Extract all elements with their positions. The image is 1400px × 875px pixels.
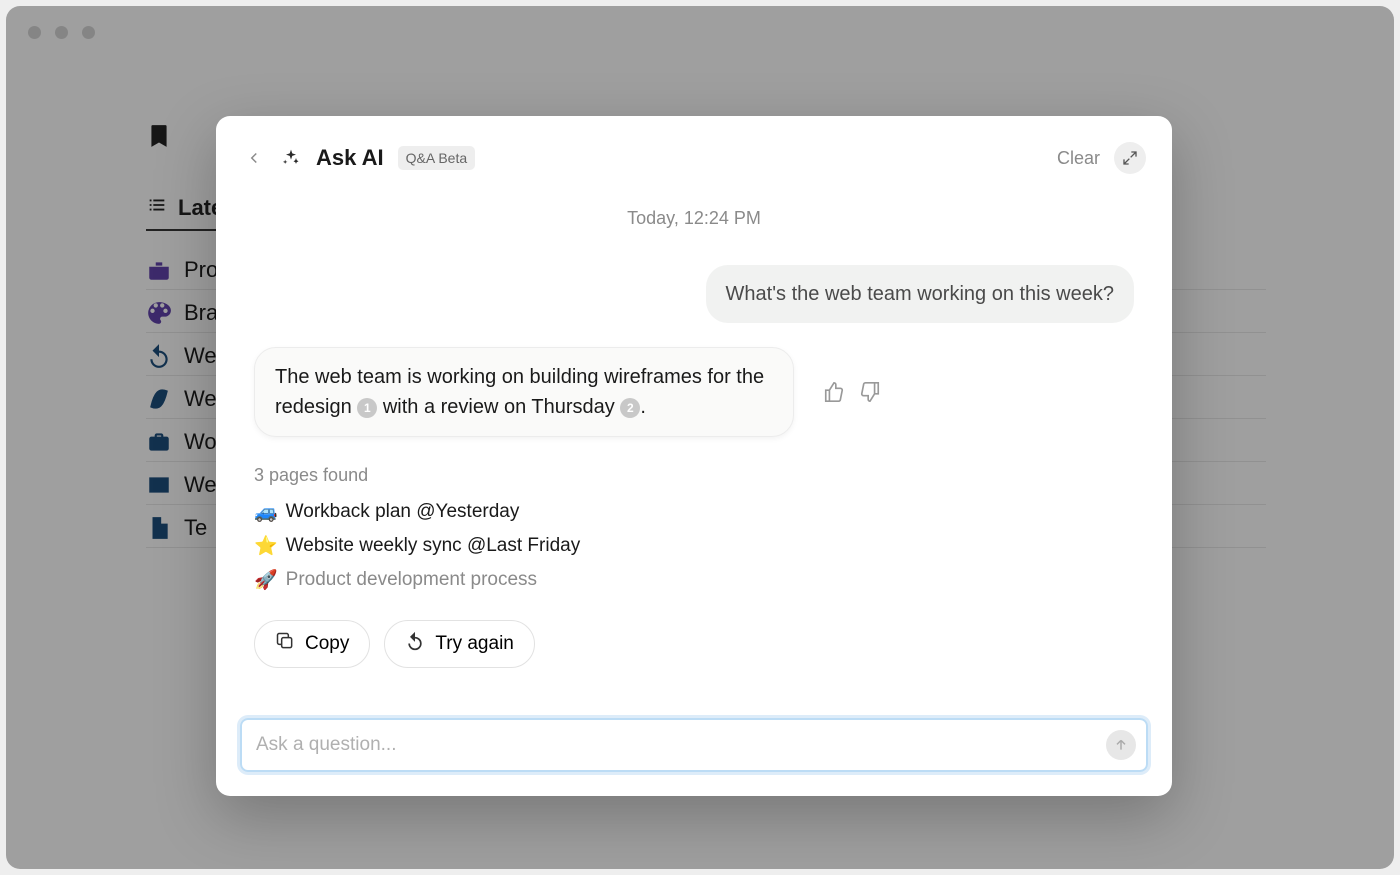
back-button[interactable]: [242, 146, 266, 170]
copy-button[interactable]: Copy: [254, 620, 370, 668]
conversation-timestamp: Today, 12:24 PM: [254, 208, 1134, 229]
copy-icon: [275, 631, 295, 657]
pages-found-label: 3 pages found: [254, 465, 1134, 486]
thumbs-down-button[interactable]: [858, 380, 882, 404]
toolbox-icon: [146, 257, 172, 283]
ask-ai-modal: Ask AI Q&A Beta Clear Today, 12:24 PM Wh…: [216, 116, 1172, 796]
citation-1[interactable]: 1: [357, 398, 377, 418]
send-button[interactable]: [1106, 730, 1136, 760]
window-traffic-lights: [28, 26, 95, 39]
user-message: What's the web team working on this week…: [706, 265, 1134, 323]
try-again-button[interactable]: Try again: [384, 620, 535, 668]
collapse-button[interactable]: [1114, 142, 1146, 174]
source-link[interactable]: 🚙 Workback plan @Yesterday: [254, 500, 1134, 524]
window-icon: [146, 472, 172, 498]
bookmark-icon: [146, 118, 172, 154]
source-link[interactable]: ⭐ Website weekly sync @Last Friday: [254, 534, 1134, 558]
tab-latest[interactable]: Latest: [146, 194, 216, 231]
refresh-icon: [405, 631, 425, 657]
star-icon: ⭐: [254, 534, 278, 558]
ai-message: The web team is working on building wire…: [254, 347, 794, 437]
rocket-icon: 🚀: [254, 568, 278, 592]
list-icon: [146, 194, 168, 221]
modal-title: Ask AI: [316, 145, 384, 171]
clear-button[interactable]: Clear: [1057, 148, 1100, 169]
thumbs-up-button[interactable]: [822, 380, 846, 404]
question-input[interactable]: [256, 734, 1106, 756]
briefcase-icon: [146, 429, 172, 455]
car-icon: 🚙: [254, 500, 278, 524]
page-icon: [146, 515, 172, 541]
undo-icon: [146, 343, 172, 369]
palette-icon: [146, 300, 172, 326]
football-icon: [146, 386, 172, 412]
question-input-wrapper[interactable]: [240, 718, 1148, 772]
source-link[interactable]: 🚀 Product development process: [254, 568, 1134, 592]
citation-2[interactable]: 2: [620, 398, 640, 418]
sparkle-icon: [280, 147, 302, 169]
beta-badge: Q&A Beta: [398, 146, 475, 170]
